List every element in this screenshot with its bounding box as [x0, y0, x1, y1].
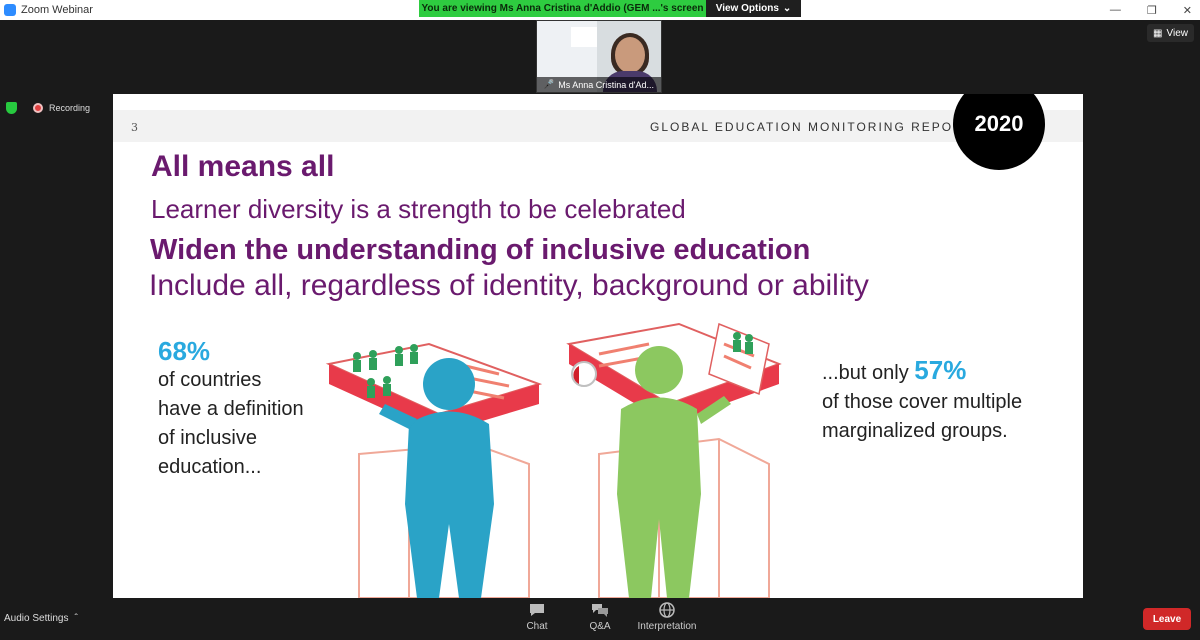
partner-logos-strip — [113, 586, 1083, 598]
security-shield-icon[interactable] — [6, 102, 17, 114]
muted-mic-icon: 🎤 — [543, 79, 555, 89]
year-badge: 2020 — [953, 94, 1045, 170]
recording-icon — [33, 103, 43, 113]
speaker-name-bar: 🎤 Ms Anna Cristina d'Ad... — [537, 77, 661, 92]
stat-left-percent: 68% — [158, 336, 211, 366]
slide-heading-1: All means all — [151, 150, 335, 183]
close-icon[interactable]: ✕ — [1183, 4, 1192, 17]
restore-icon[interactable]: ❐ — [1147, 4, 1157, 17]
window-title: Zoom Webinar — [21, 4, 93, 16]
stat-right-line: marginalized groups. — [822, 420, 1008, 442]
stat-left-line: have a definition — [158, 398, 304, 420]
unesco-logo — [571, 27, 597, 47]
report-title: GLOBAL EDUCATION MONITORING REPORT — [650, 120, 973, 134]
zoom-app-icon — [4, 4, 16, 16]
stat-right-percent: 57% — [914, 355, 967, 385]
shared-slide: 3 GLOBAL EDUCATION MONITORING REPORT 202… — [113, 94, 1083, 598]
slide-heading-3: Widen the understanding of inclusive edu… — [150, 234, 811, 266]
grid-icon: ▦ — [1153, 27, 1163, 39]
chat-button[interactable]: Chat — [507, 602, 567, 632]
qa-button[interactable]: Q&A — [570, 602, 630, 632]
stat-left-line: education... — [158, 456, 262, 478]
meeting-status: Recording — [6, 102, 90, 114]
interpretation-button[interactable]: Interpretation — [637, 602, 697, 632]
audio-settings-button[interactable]: Audio Settings ˆ — [4, 613, 78, 624]
recording-label: Recording — [49, 103, 91, 113]
screen-share-banner: You are viewing Ms Anna Cristina d'Addio… — [419, 0, 801, 17]
speaker-face — [615, 37, 645, 73]
stat-right-prefix: ...but only — [822, 362, 909, 384]
chevron-down-icon: ⌄ — [782, 3, 792, 14]
slide-heading-2: Learner diversity is a strength to be ce… — [151, 194, 686, 224]
chat-label: Chat — [526, 621, 548, 632]
chevron-up-icon: ˆ — [74, 613, 78, 624]
view-layout-button[interactable]: ▦ View — [1147, 24, 1194, 42]
slide-number: 3 — [131, 121, 138, 134]
minimize-icon[interactable]: — — [1110, 4, 1121, 16]
window-controls: — ❐ ✕ — [1110, 0, 1192, 20]
chat-icon — [530, 604, 544, 616]
stat-left-line: of inclusive — [158, 427, 257, 449]
speaker-video-thumbnail[interactable]: 🎤 Ms Anna Cristina d'Ad... — [536, 20, 662, 93]
globe-icon — [659, 602, 675, 618]
stat-right-block: ...but only 57% of those cover multiple … — [822, 356, 1022, 446]
share-message: You are viewing Ms Anna Cristina d'Addio… — [419, 0, 706, 17]
speaker-name: Ms Anna Cristina d'Ad... — [558, 79, 654, 90]
readers-illustration — [325, 322, 782, 598]
qa-icon — [592, 604, 608, 617]
stat-left-block: 68% of countries have a definition of in… — [158, 336, 304, 482]
stat-left-line: of countries — [158, 369, 262, 391]
leave-button[interactable]: Leave — [1143, 608, 1191, 630]
view-options-button[interactable]: View Options ⌄ — [706, 0, 801, 17]
interpretation-label: Interpretation — [637, 621, 697, 632]
qa-label: Q&A — [589, 621, 611, 632]
audio-settings-label: Audio Settings — [4, 613, 69, 624]
view-label: View — [1166, 27, 1189, 39]
view-options-label: View Options — [715, 3, 779, 14]
stat-right-line: of those cover multiple — [822, 391, 1023, 413]
slide-heading-4: Include all, regardless of identity, bac… — [149, 269, 869, 302]
